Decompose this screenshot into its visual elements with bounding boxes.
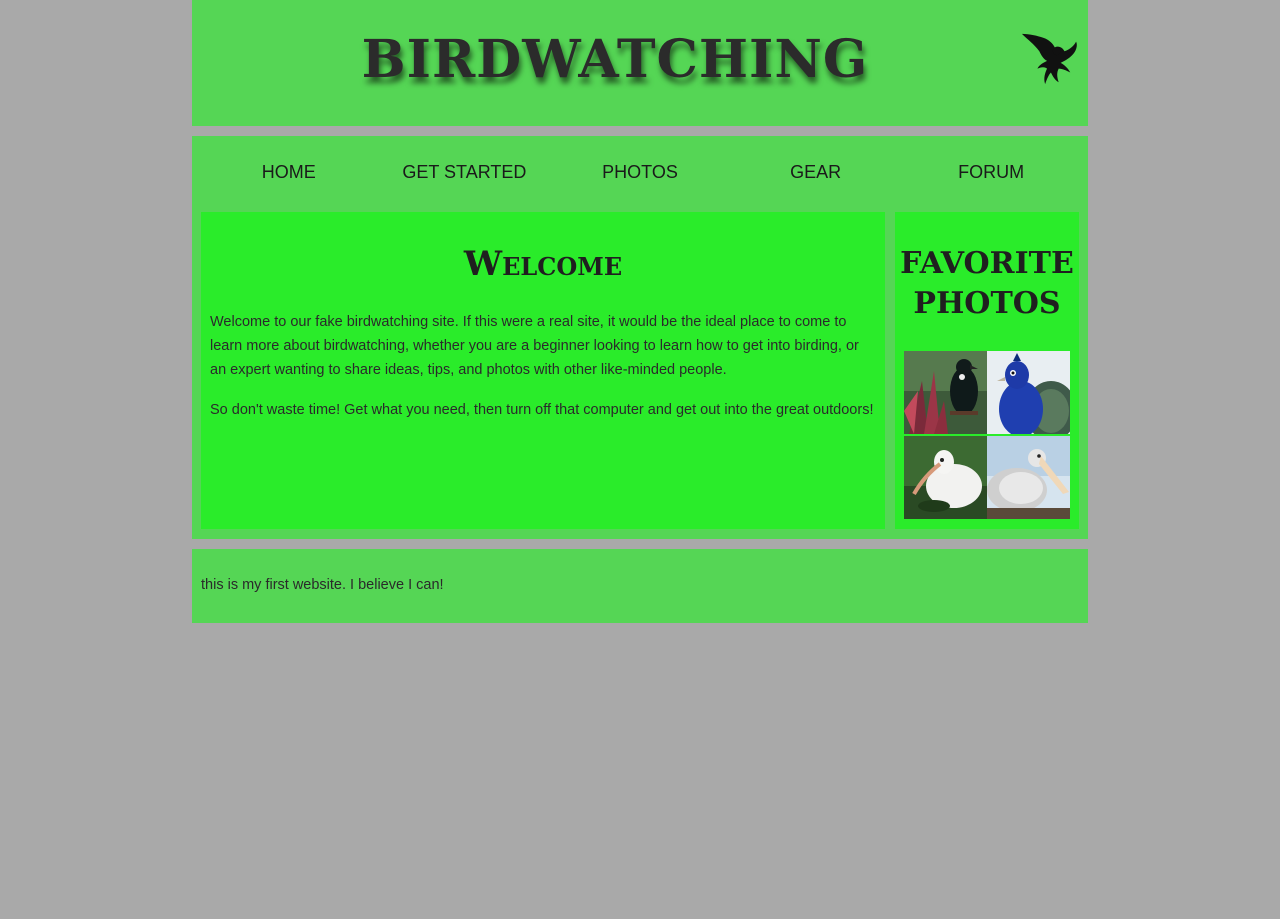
nav-item-forum[interactable]: FORUM [903,156,1079,188]
photo-tui[interactable] [904,351,987,434]
main-navigation: HOME GET STARTED PHOTOS GEAR FORUM Welco… [192,136,1088,539]
photo-gallery [904,351,1070,520]
photo-pelican[interactable] [987,436,1070,519]
site-header: BIRDWATCHING [192,0,1088,126]
photo-peacock[interactable] [987,351,1070,434]
bird-silhouette-icon [1021,33,1077,85]
site-footer: this is my first website. I believe I ca… [192,549,1088,623]
welcome-heading: Welcome [463,244,623,284]
site-title: BIRDWATCHING [361,29,869,90]
favorite-photos-section: FAVORITE PHOTOS [895,212,1079,529]
nav-item-gear[interactable]: GEAR [728,156,904,188]
nav-item-home[interactable]: HOME [201,156,377,188]
nav-item-get-started[interactable]: GET STARTED [377,156,553,188]
welcome-paragraph-2: So don't waste time! Get what you need, … [210,402,874,418]
welcome-section: Welcome Welcome to our fake birdwatching… [201,212,885,529]
welcome-paragraph-1: Welcome to our fake birdwatching site. I… [210,314,859,378]
nav-item-photos[interactable]: PHOTOS [552,156,728,188]
nav-list: HOME GET STARTED PHOTOS GEAR FORUM [201,156,1079,188]
footer-text: this is my first website. I believe I ca… [201,577,444,593]
favorite-photos-heading: FAVORITE PHOTOS [900,246,1074,321]
photo-ibis[interactable] [904,436,987,519]
